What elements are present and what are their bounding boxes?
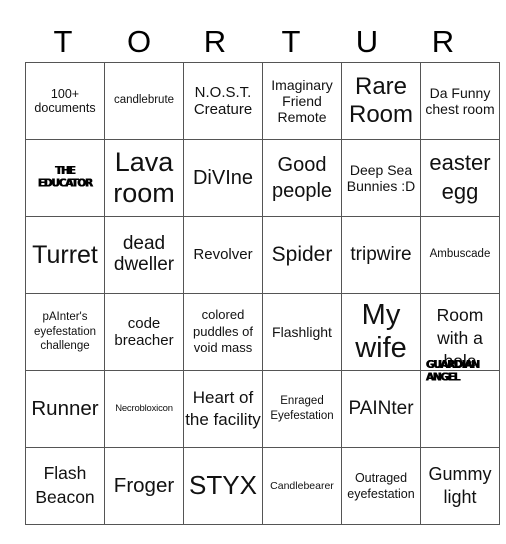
header-letter: R xyxy=(431,24,455,59)
bingo-cell[interactable]: N.O.S.T. Creature xyxy=(183,62,263,140)
bingo-cell[interactable]: Imaginary Friend Remote xyxy=(262,62,342,140)
bingo-cell[interactable]: THE EDUCATOR xyxy=(25,139,105,217)
header-letter: R xyxy=(203,24,227,59)
header-letter: T xyxy=(281,24,301,59)
grid-row: THE EDUCATOR Lava room DiVIne Good peopl… xyxy=(25,139,500,217)
bingo-cell[interactable]: STYX xyxy=(183,447,263,525)
grid-row: Flash Beacon Froger STYX Candlebearer Ou… xyxy=(25,447,500,525)
bingo-cell[interactable]: Ambuscade xyxy=(420,216,500,294)
bingo-cell[interactable]: Necrobloxicon xyxy=(104,370,184,448)
bingo-cell[interactable]: Spider xyxy=(262,216,342,294)
bingo-cell[interactable]: dead dweller xyxy=(104,216,184,294)
bingo-cell[interactable]: DiVIne xyxy=(183,139,263,217)
bingo-cell[interactable]: code breacher xyxy=(104,293,184,371)
bingo-cell[interactable]: Heart of the facility xyxy=(183,370,263,448)
bingo-cell[interactable]: pAInter's eyefestation challenge xyxy=(25,293,105,371)
grid-row: Turret dead dweller Revolver Spider trip… xyxy=(25,216,500,294)
bingo-cell[interactable]: Da Funny chest room xyxy=(420,62,500,140)
bingo-cell[interactable]: easter egg xyxy=(420,139,500,217)
bingo-cell[interactable]: tripwire xyxy=(341,216,421,294)
bingo-cell[interactable]: Turret xyxy=(25,216,105,294)
bingo-cell[interactable]: Lava room xyxy=(104,139,184,217)
header-letter: U xyxy=(355,24,379,59)
bingo-cell[interactable]: Runner xyxy=(25,370,105,448)
bingo-cell[interactable]: Deep Sea Bunnies :D xyxy=(341,139,421,217)
bingo-cell[interactable]: candlebrute xyxy=(104,62,184,140)
bingo-cell[interactable]: Gummy light xyxy=(420,447,500,525)
bingo-cell[interactable]: Candlebearer xyxy=(262,447,342,525)
grid-row: 100+ documents candlebrute N.O.S.T. Crea… xyxy=(25,62,500,140)
cell-logo-text: GUARDIAN ANGEL xyxy=(426,358,480,384)
header-letter: O xyxy=(126,24,152,59)
bingo-cell[interactable]: My wife xyxy=(341,293,421,371)
bingo-cell[interactable]: Revolver xyxy=(183,216,263,294)
bingo-cell[interactable]: Flashlight xyxy=(262,293,342,371)
cell-logo-text: THE EDUCATOR xyxy=(37,164,93,190)
grid-row: Runner Necrobloxicon Heart of the facili… xyxy=(25,359,500,448)
bingo-cell[interactable]: colored puddles of void mass xyxy=(183,293,263,371)
bingo-cell[interactable]: Enraged Eyefestation xyxy=(262,370,342,448)
card-header: T O R T U R xyxy=(25,22,481,62)
bingo-cell[interactable]: 100+ documents xyxy=(25,62,105,140)
bingo-grid: 100+ documents candlebrute N.O.S.T. Crea… xyxy=(25,62,500,525)
bingo-cell[interactable]: Good people xyxy=(262,139,342,217)
bingo-cell[interactable]: Flash Beacon xyxy=(25,447,105,525)
bingo-cell[interactable]: Froger xyxy=(104,447,184,525)
bingo-cell[interactable]: Outraged eyefestation xyxy=(341,447,421,525)
bingo-cell[interactable]: PAINter xyxy=(341,370,421,448)
bingo-cell[interactable]: Rare Room xyxy=(341,62,421,140)
bingo-cell[interactable]: GUARDIAN ANGEL xyxy=(420,359,500,448)
header-letter: T xyxy=(53,24,73,59)
